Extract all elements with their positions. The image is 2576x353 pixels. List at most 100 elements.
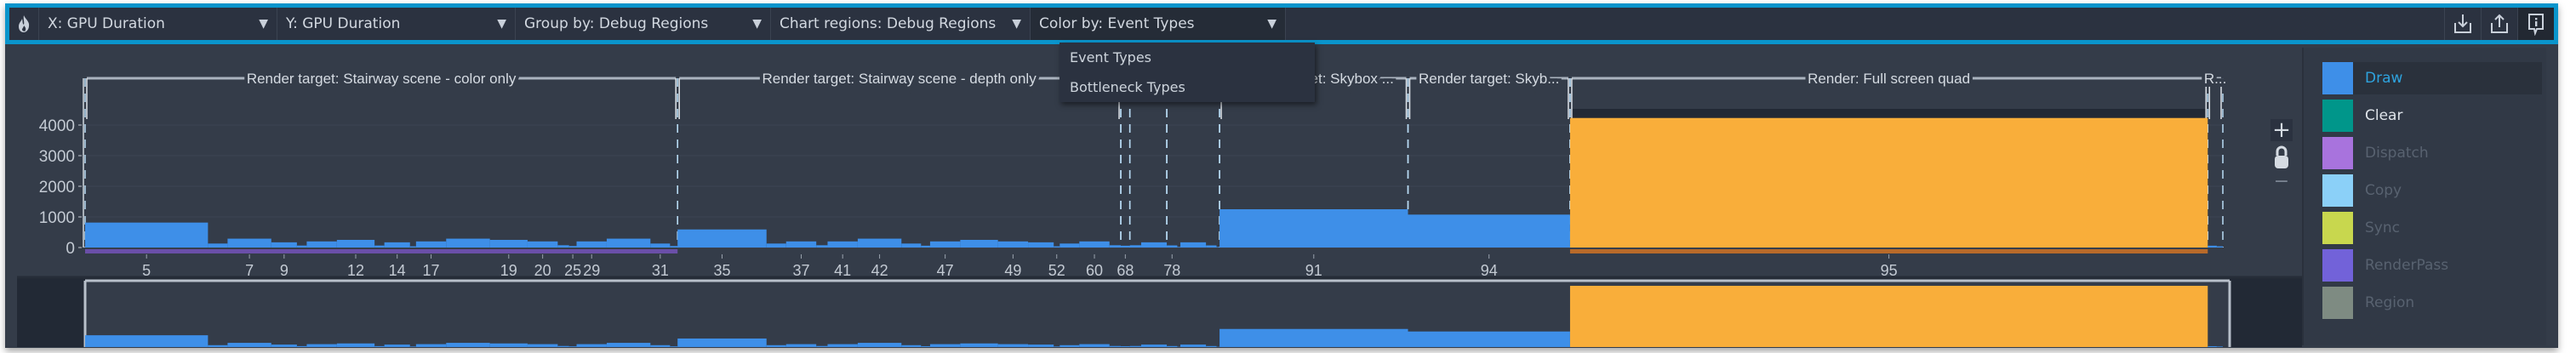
- menu-item-event-types[interactable]: Event Types: [1060, 43, 1315, 72]
- overview-bar: [1129, 345, 1141, 347]
- legend-item-sync[interactable]: Sync: [2322, 212, 2542, 244]
- bar-event-94: [1408, 214, 1570, 248]
- bar-event-43: [1216, 247, 1220, 248]
- legend-swatch: [2322, 62, 2353, 94]
- y-axis-dropdown[interactable]: Y: GPU Duration ▼: [277, 8, 516, 40]
- overview-bar: [1079, 344, 1110, 347]
- overview-bar: [1121, 345, 1130, 347]
- bar-event-33: [1060, 243, 1080, 248]
- overview-bar: [785, 344, 817, 347]
- bar-event-7: [227, 238, 271, 248]
- legend-swatch: [2322, 212, 2353, 244]
- overview-bar: [670, 346, 678, 347]
- region-label: Render: Full screen quad: [1808, 71, 1970, 87]
- menu-item-bottleneck-types[interactable]: Bottleneck Types: [1060, 72, 1315, 102]
- overview-bar: [929, 344, 961, 347]
- chart-toolbar: X: GPU Duration ▼ Y: GPU Duration ▼ Group …: [5, 3, 2558, 44]
- bar-event-4: [296, 245, 307, 248]
- overview-bar: [606, 343, 651, 347]
- overview-bar: [2216, 346, 2223, 347]
- chevron-down-icon: ▼: [752, 17, 762, 31]
- bar-event-20: [527, 241, 558, 248]
- flame-icon[interactable]: [9, 8, 39, 40]
- bar-event-25: [568, 246, 577, 248]
- legend-label: Copy: [2365, 182, 2402, 199]
- bar-event-40: [1177, 247, 1181, 248]
- bar-event-23: [816, 245, 828, 248]
- overview-bar: [1060, 344, 1080, 347]
- legend-swatch: [2322, 137, 2353, 169]
- legend-item-copy[interactable]: Copy: [2322, 174, 2542, 207]
- overview-bar: [85, 335, 208, 347]
- overview-bar: [208, 344, 228, 347]
- bar-event-52: [1054, 246, 1060, 248]
- group-by-dropdown[interactable]: Group by: Debug Regions ▼: [516, 8, 771, 40]
- overview-bar: [1167, 345, 1178, 347]
- legend-item-renderpass[interactable]: RenderPass: [2322, 249, 2542, 282]
- download-button[interactable]: [2444, 8, 2481, 40]
- bar-event-14: [384, 242, 410, 248]
- overview-bar: [1180, 344, 1207, 347]
- bar-event-60: [1079, 241, 1110, 248]
- overview-bar: [227, 343, 271, 347]
- overview-bar: [527, 344, 558, 347]
- x-axis-dropdown-label: X: GPU Duration: [48, 15, 165, 32]
- zoom-in-button[interactable]: +: [2270, 119, 2293, 141]
- overview-bar: [336, 343, 375, 347]
- overview-bar: [997, 344, 1029, 347]
- legend-item-draw[interactable]: Draw: [2322, 62, 2542, 94]
- bar-event-19: [489, 240, 528, 248]
- bar-event-19: [670, 246, 678, 248]
- group-by-dropdown-label: Group by: Debug Regions: [524, 15, 709, 32]
- overview-bar: [271, 344, 297, 347]
- bar-event-5: [85, 222, 208, 248]
- chevron-down-icon: ▼: [1012, 17, 1021, 31]
- lock-button[interactable]: [2270, 145, 2293, 170]
- legend-label: Region: [2365, 294, 2415, 311]
- bar-event-12: [336, 240, 375, 248]
- overview-bar: [816, 345, 828, 347]
- y-tick-label: 2000: [39, 179, 75, 196]
- overview-bar: [650, 344, 671, 347]
- legend-item-clear[interactable]: Clear: [2322, 100, 2542, 132]
- bar-event-35: [1109, 245, 1122, 248]
- legend-item-dispatch[interactable]: Dispatch: [2322, 137, 2542, 169]
- zoom-out-button[interactable]: −: [2270, 170, 2293, 194]
- legend-label: RenderPass: [2365, 257, 2449, 274]
- chart-regions-dropdown[interactable]: Chart regions: Debug Regions ▼: [771, 8, 1031, 40]
- x-axis-dropdown[interactable]: X: GPU Duration ▼: [39, 8, 277, 40]
- bar-event-21: [766, 243, 786, 248]
- chevron-down-icon: ▼: [1267, 17, 1277, 31]
- legend-label: Draw: [2365, 70, 2403, 87]
- overview-bar: [415, 344, 447, 347]
- overview-bar: [489, 343, 528, 347]
- overview-bar: [1569, 286, 2208, 347]
- chevron-down-icon: ▼: [497, 17, 506, 31]
- bar-event-37: [785, 241, 817, 248]
- bar-event-41: [1180, 242, 1207, 248]
- lock-icon: [2275, 145, 2288, 168]
- bar-event-68: [1121, 245, 1130, 248]
- upload-button[interactable]: [2481, 8, 2517, 40]
- bar-event-17: [415, 241, 447, 248]
- color-by-dropdown[interactable]: Color by: Event Types ▼: [1031, 8, 1286, 40]
- y-tick-label: 4000: [39, 117, 75, 135]
- overview-bar: [766, 344, 786, 347]
- info-comment-icon: [2528, 14, 2544, 36]
- overview-bar: [960, 343, 998, 347]
- bar-event-95: [1569, 117, 2208, 248]
- selected-underline: [1569, 249, 2208, 253]
- y-tick-label: 0: [66, 240, 75, 258]
- legend-label: Clear: [2365, 107, 2403, 124]
- info-button[interactable]: [2517, 8, 2554, 40]
- overview-bar: [576, 344, 607, 347]
- bar-event-91: [1219, 209, 1408, 248]
- bar-event-14: [557, 245, 569, 248]
- overview-bar: [2208, 345, 2217, 347]
- bar-event-48: [2216, 246, 2223, 248]
- overview-bar: [384, 344, 410, 347]
- bar-event-9: [409, 246, 416, 248]
- overview-bar: [1109, 345, 1122, 347]
- legend-item-region[interactable]: Region: [2322, 287, 2542, 319]
- bar-event-35: [677, 229, 767, 248]
